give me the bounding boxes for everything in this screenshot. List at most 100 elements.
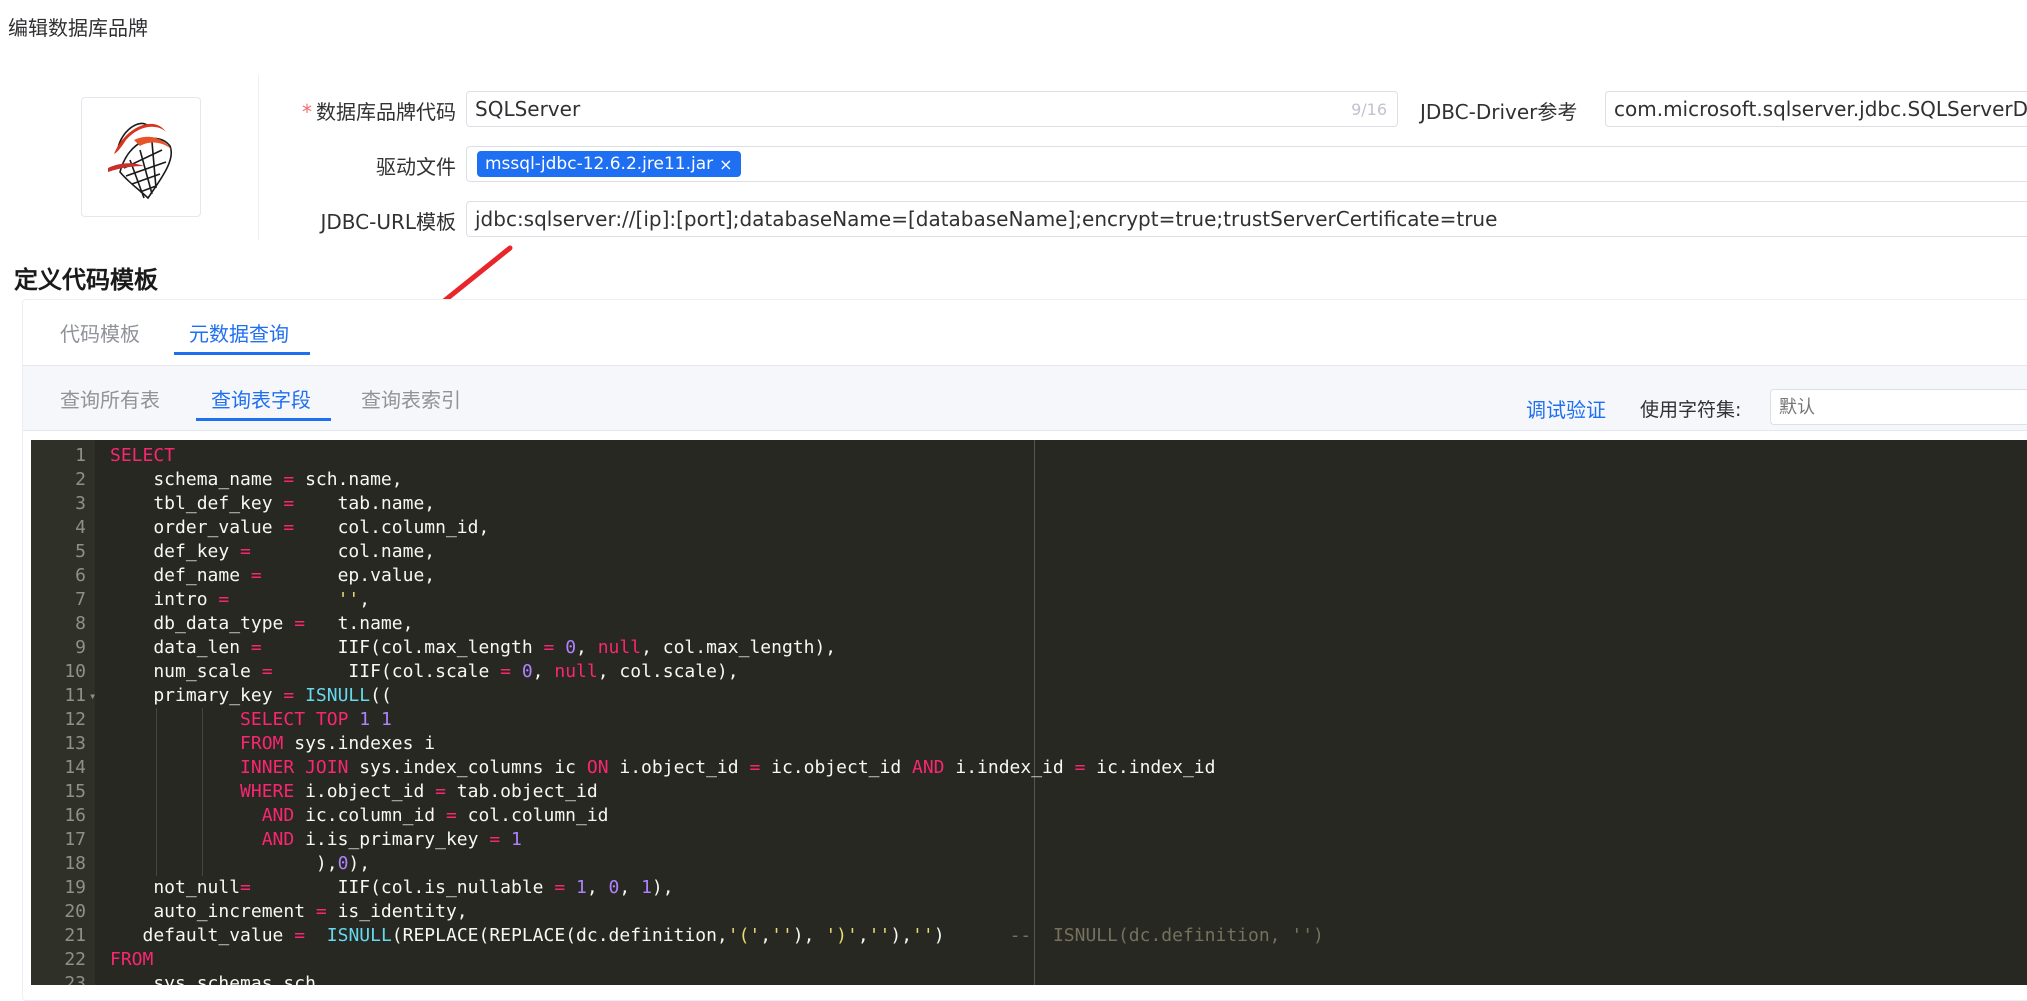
- code-token: t.name,: [305, 613, 414, 634]
- code-token: ),: [651, 877, 674, 898]
- line-number: 22: [64, 949, 86, 970]
- code-token: schema_name: [110, 469, 284, 490]
- code-token: AND: [261, 829, 295, 850]
- code-token: db_data_type: [110, 613, 295, 634]
- code-line[interactable]: 20 auto_increment = is_identity,: [31, 900, 2027, 924]
- fold-toggle-icon[interactable]: ▾: [89, 684, 96, 708]
- code-text: order_value = col.column_id,: [110, 516, 489, 540]
- code-token: data_len: [110, 637, 251, 658]
- code-token: i.index_id: [944, 757, 1075, 778]
- code-token: =: [283, 517, 295, 538]
- code-token: =: [489, 829, 501, 850]
- code-line[interactable]: 7 intro = '',: [31, 588, 2027, 612]
- line-number: 12: [64, 709, 86, 730]
- code-line[interactable]: 21 default_value = ISNULL(REPLACE(REPLAC…: [31, 924, 2027, 948]
- code-token: AND: [261, 805, 295, 826]
- code-editor[interactable]: 1 SELECT 2 schema_name = sch.name, 3 tbl_de…: [31, 440, 2027, 985]
- code-token: def_key: [110, 541, 241, 562]
- line-number: 14: [64, 757, 86, 778]
- code-token: null: [554, 661, 598, 682]
- brand-logo-upload[interactable]: [81, 97, 201, 217]
- code-token: TOP: [315, 709, 349, 730]
- code-token: =: [283, 469, 295, 490]
- code-line[interactable]: 8 db_data_type = t.name,: [31, 612, 2027, 636]
- code-token: -- ISNULL(dc.definition, ''): [1009, 925, 1324, 946]
- code-token: ,: [619, 877, 642, 898]
- code-token: =: [749, 757, 761, 778]
- code-token: ((: [370, 685, 392, 706]
- code-text: SELECT: [110, 444, 175, 468]
- code-line[interactable]: 11 ▾ primary_key = ISNULL((: [31, 684, 2027, 708]
- charset-input[interactable]: [1770, 389, 2027, 425]
- code-token: , col.scale),: [597, 661, 739, 682]
- code-text: primary_key = ISNULL((: [110, 684, 392, 708]
- subtab-query-table-indexes[interactable]: 查询表索引: [361, 384, 461, 413]
- jdbc-url-label: JDBC-URL模板: [320, 210, 456, 234]
- code-token: 0: [337, 853, 349, 874]
- code-token: sys.index_columns ic: [348, 757, 587, 778]
- code-line[interactable]: 17 AND i.is_primary_key = 1: [31, 828, 2027, 852]
- required-mark: *: [302, 100, 312, 124]
- code-line[interactable]: 18 ),0),: [31, 852, 2027, 876]
- code-line[interactable]: 14 INNER JOIN sys.index_columns ic ON i.…: [31, 756, 2027, 780]
- code-line[interactable]: 4 order_value = col.column_id,: [31, 516, 2027, 540]
- code-line[interactable]: 13 FROM sys.indexes i: [31, 732, 2027, 756]
- code-line[interactable]: 1 SELECT: [31, 444, 2027, 468]
- code-token: i.object_id: [294, 781, 436, 802]
- code-text: ),0),: [110, 852, 370, 876]
- code-token: ic.column_id: [294, 805, 446, 826]
- tab-metadata-query[interactable]: 元数据查询: [189, 318, 289, 347]
- code-line[interactable]: 23 sys.schemas sch: [31, 972, 2027, 985]
- code-line[interactable]: 9 data_len = IIF(col.max_length = 0, nul…: [31, 636, 2027, 660]
- code-token: i.object_id: [608, 757, 750, 778]
- code-token: ,: [760, 925, 772, 946]
- subtab-query-all-tables[interactable]: 查询所有表: [60, 384, 160, 413]
- code-token: 0: [565, 637, 577, 658]
- brand-code-input[interactable]: SQLServer 9/16: [466, 91, 1398, 127]
- code-token: SELECT: [110, 445, 176, 466]
- code-token: order_value: [110, 517, 284, 538]
- code-line[interactable]: 3 tbl_def_key = tab.name,: [31, 492, 2027, 516]
- code-line[interactable]: 12 SELECT TOP 1 1: [31, 708, 2027, 732]
- driver-file-tag: mssql-jdbc-12.6.2.jre11.jar ×: [477, 151, 741, 177]
- close-icon[interactable]: ×: [719, 155, 732, 174]
- code-token: =: [435, 781, 446, 802]
- code-line[interactable]: 5 def_key = col.name,: [31, 540, 2027, 564]
- code-token: AND: [912, 757, 945, 778]
- code-line[interactable]: 2 schema_name = sch.name,: [31, 468, 2027, 492]
- code-token: auto_increment: [110, 901, 316, 922]
- code-line[interactable]: 15 WHERE i.object_id = tab.object_id: [31, 780, 2027, 804]
- code-token: FROM: [240, 733, 284, 754]
- jdbc-url-input[interactable]: jdbc:sqlserver://[ip]:[port];databaseNam…: [466, 201, 2027, 237]
- code-token: =: [261, 661, 273, 682]
- code-text: not_null= IIF(col.is_nullable = 1, 0, 1)…: [110, 876, 674, 900]
- code-token: =: [543, 637, 555, 658]
- line-number: 6: [75, 565, 86, 586]
- tab-code-template[interactable]: 代码模板: [60, 318, 140, 347]
- code-text: AND i.is_primary_key = 1: [110, 828, 522, 852]
- code-token: WHERE: [240, 781, 295, 802]
- code-token: ,: [359, 589, 371, 610]
- jdbc-driver-label: JDBC-Driver参考: [1420, 100, 1578, 124]
- code-token: 0: [608, 877, 620, 898]
- code-line[interactable]: 16 AND ic.column_id = col.column_id: [31, 804, 2027, 828]
- code-token: sch.name,: [294, 469, 403, 490]
- code-line[interactable]: 6 def_name = ep.value,: [31, 564, 2027, 588]
- code-text: FROM: [110, 948, 153, 972]
- code-line[interactable]: 22 FROM: [31, 948, 2027, 972]
- subtab-query-table-columns[interactable]: 查询表字段: [211, 384, 311, 413]
- brand-code-label-text: 数据库品牌代码: [316, 100, 456, 124]
- code-text: num_scale = IIF(col.scale = 0, null, col…: [110, 660, 739, 684]
- code-line[interactable]: 10 num_scale = IIF(col.scale = 0, null, …: [31, 660, 2027, 684]
- debug-verify-button[interactable]: 调试验证: [1526, 394, 1606, 423]
- code-token: col.column_id,: [294, 517, 490, 538]
- driver-file-select[interactable]: mssql-jdbc-12.6.2.jre11.jar ×: [466, 146, 2027, 182]
- code-line[interactable]: 19 not_null= IIF(col.is_nullable = 1, 0,…: [31, 876, 2027, 900]
- jdbc-driver-input[interactable]: com.microsoft.sqlserver.jdbc.SQLServerDr…: [1605, 91, 2027, 127]
- code-token: not_null: [110, 877, 241, 898]
- code-token: FROM: [110, 949, 154, 970]
